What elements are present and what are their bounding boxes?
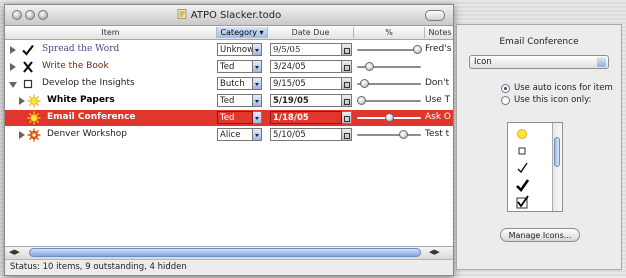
table-row-selected[interactable]: Email Conference Ted 1/18/05 Ask O xyxy=(5,110,453,126)
calendar-button[interactable] xyxy=(342,111,352,124)
disclosure-triangle-icon[interactable] xyxy=(19,131,25,139)
document-icon xyxy=(177,9,187,19)
window-title: ATPO Slacker.todo xyxy=(190,10,282,21)
progress-slider-track[interactable] xyxy=(357,49,421,51)
manage-icons-button[interactable]: Manage Icons... xyxy=(500,228,580,242)
category-field[interactable]: Unknow xyxy=(217,43,253,56)
checkmark-icon[interactable] xyxy=(21,43,35,57)
column-header: Item Category ▾ Date Due % Notes xyxy=(5,26,453,40)
column-header-category[interactable]: Category ▾ xyxy=(217,27,268,38)
select-arrows-icon xyxy=(597,57,606,67)
window-title-area: ATPO Slacker.todo xyxy=(5,9,453,21)
inspector-select-value: Icon xyxy=(474,57,492,67)
category-field[interactable]: Ted xyxy=(217,60,253,73)
table-row[interactable]: Develop the Insights Butch 9/15/05 Don't xyxy=(5,76,453,92)
inspector-panel: Email Conference Icon Use auto icons for… xyxy=(456,24,622,270)
calendar-button[interactable] xyxy=(342,60,352,73)
checkbox-icon[interactable] xyxy=(514,143,530,159)
icon-list[interactable] xyxy=(507,122,563,212)
column-header-date-due[interactable]: Date Due xyxy=(268,27,354,38)
note-text[interactable]: Use T xyxy=(425,95,450,105)
date-field[interactable]: 9/5/05 xyxy=(270,43,342,56)
item-title[interactable]: Email Conference xyxy=(47,112,136,122)
progress-slider-knob[interactable] xyxy=(357,96,366,105)
progress-slider-knob[interactable] xyxy=(399,130,408,139)
date-field[interactable]: 9/15/05 xyxy=(270,77,342,90)
table-row[interactable]: Write the Book Ted 3/24/05 xyxy=(5,59,453,75)
sun-icon[interactable] xyxy=(27,94,41,108)
table-row[interactable]: Spread the Word Unknow 9/5/05 Fred's xyxy=(5,42,453,58)
progress-slider-knob[interactable] xyxy=(385,113,394,122)
calendar-button[interactable] xyxy=(342,43,352,56)
checkbox-icon[interactable] xyxy=(21,77,35,91)
column-header-percent[interactable]: % xyxy=(354,27,425,38)
horizontal-scrollbar[interactable]: ◀▶ ◀▶ xyxy=(5,246,453,259)
scroll-right-arrow-icon[interactable]: ◀▶ xyxy=(429,248,440,256)
window-titlebar[interactable]: ATPO Slacker.todo xyxy=(5,5,453,26)
calendar-button[interactable] xyxy=(342,94,352,107)
inspector-title: Email Conference xyxy=(499,37,579,47)
category-dropdown-button[interactable] xyxy=(253,128,262,141)
item-title[interactable]: Write the Book xyxy=(42,61,109,71)
scroll-left-arrow-icon[interactable]: ◀▶ xyxy=(9,248,20,256)
toolbar-toggle-button[interactable] xyxy=(425,10,445,21)
calendar-button[interactable] xyxy=(342,128,352,141)
progress-slider-track[interactable] xyxy=(357,100,421,102)
category-dropdown-button[interactable] xyxy=(253,60,262,73)
sort-descending-icon: ▾ xyxy=(259,28,264,37)
sunburst-red-icon[interactable] xyxy=(27,128,41,142)
item-title[interactable]: White Papers xyxy=(47,95,115,105)
calendar-button[interactable] xyxy=(342,77,352,90)
date-field[interactable]: 5/10/05 xyxy=(270,128,342,141)
x-mark-icon[interactable] xyxy=(21,60,35,74)
category-dropdown-button[interactable] xyxy=(253,111,262,124)
horizontal-scroll-thumb[interactable] xyxy=(29,248,421,257)
radio-this-icon-only[interactable] xyxy=(501,96,510,105)
category-header-label: Category xyxy=(220,28,257,37)
category-dropdown-button[interactable] xyxy=(253,94,262,107)
progress-slider-knob[interactable] xyxy=(360,79,369,88)
item-title[interactable]: Develop the Insights xyxy=(42,78,135,88)
document-window: ATPO Slacker.todo Item Category ▾ Date D… xyxy=(4,4,454,276)
radio-auto-icons-label[interactable]: Use auto icons for item xyxy=(514,83,613,93)
table-row[interactable]: White Papers Ted 5/19/05 Use T xyxy=(5,93,453,109)
checkmark-thin-icon[interactable] xyxy=(514,160,530,176)
category-dropdown-button[interactable] xyxy=(253,43,262,56)
item-title[interactable]: Spread the Word xyxy=(42,44,119,54)
checked-box-icon[interactable] xyxy=(514,194,530,210)
date-field[interactable]: 5/19/05 xyxy=(270,94,342,107)
table-row[interactable]: Denver Workshop Alice 5/10/05 Test t xyxy=(5,127,453,143)
checkmark-bold-icon[interactable] xyxy=(514,177,530,193)
date-field[interactable]: 1/18/05 xyxy=(270,111,342,124)
note-text[interactable]: Fred's xyxy=(425,44,451,54)
disclosure-triangle-icon[interactable] xyxy=(19,97,25,105)
inspector-select[interactable]: Icon xyxy=(469,55,609,69)
disclosure-triangle-icon[interactable] xyxy=(10,46,16,54)
radio-this-icon-label[interactable]: Use this icon only: xyxy=(514,95,591,105)
note-text[interactable]: Don't xyxy=(425,78,449,88)
progress-slider-track[interactable] xyxy=(357,134,421,136)
sun-icon[interactable] xyxy=(514,126,530,142)
sun-icon[interactable] xyxy=(27,111,41,125)
category-field[interactable]: Ted xyxy=(217,111,253,124)
disclosure-triangle-icon[interactable] xyxy=(10,63,16,71)
category-field[interactable]: Alice xyxy=(217,128,253,141)
note-text[interactable]: Test t xyxy=(425,129,449,139)
item-title[interactable]: Denver Workshop xyxy=(47,129,127,139)
column-header-notes[interactable]: Notes xyxy=(425,27,453,38)
note-text[interactable]: Ask O xyxy=(425,112,451,122)
progress-slider-knob[interactable] xyxy=(365,62,374,71)
date-field[interactable]: 3/24/05 xyxy=(270,60,342,73)
progress-slider-knob[interactable] xyxy=(413,45,422,54)
icon-list-scrollbar[interactable] xyxy=(552,123,562,211)
category-field[interactable]: Butch xyxy=(217,77,253,90)
radio-auto-icons[interactable] xyxy=(501,84,510,93)
disclosure-triangle-open-icon[interactable] xyxy=(9,82,17,88)
category-field[interactable]: Ted xyxy=(217,94,253,107)
icon-list-scroll-thumb[interactable] xyxy=(554,137,560,167)
status-bar: Status: 10 items, 9 outstanding, 4 hidde… xyxy=(5,259,453,275)
column-header-item[interactable]: Item xyxy=(5,27,217,38)
category-dropdown-button[interactable] xyxy=(253,77,262,90)
